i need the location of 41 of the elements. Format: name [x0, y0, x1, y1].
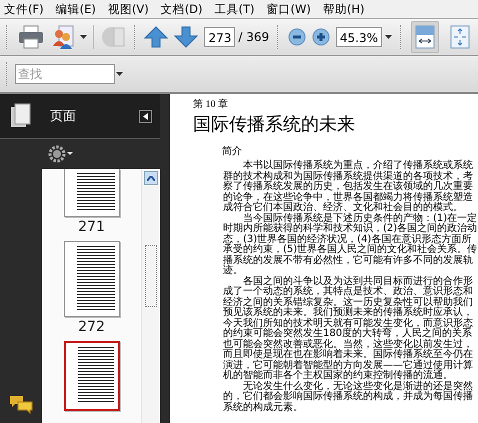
- caret-icon[interactable]: [116, 72, 123, 76]
- section-heading: 简介: [222, 145, 243, 158]
- left-triangle-icon: [143, 112, 148, 120]
- caret-icon[interactable]: [384, 35, 392, 39]
- page-number-field[interactable]: 273: [204, 27, 236, 47]
- menu-item[interactable]: 窗口(W): [266, 2, 319, 16]
- menu-item[interactable]: 文档(D): [160, 2, 211, 16]
- scrollbar-thumb[interactable]: [145, 245, 157, 307]
- paragraph: 无论发生什么变化，无论这些变化是渐进的还是突然的，它们都会影响国际传播系统的构成，并成为每国传播系统的构成元素。: [223, 382, 474, 413]
- paragraph: 当今国际传播系统是下述历史条件的产物：(1)在一定时期内所能获得的科学和技术知识，(2)各国之间的政治动态，(3)世界各国的经济状况，(4)各国在意识形态方面所承受的约束，(5)世界各国人民之间的文化和社会关系。传播系统的发展不带有必然性，它可能有许多不同的发展轨迹。: [223, 214, 478, 276]
- zoom-out-icon[interactable]: [288, 28, 306, 46]
- chapter-title: 国际传播系统的未来: [193, 113, 356, 136]
- up-arrow-icon[interactable]: [144, 25, 168, 49]
- menu-item[interactable]: 编辑(E): [56, 2, 104, 16]
- page-thumbnail[interactable]: [64, 241, 120, 317]
- collapse-button[interactable]: [139, 110, 152, 122]
- paragraph: 本书以国际传播系统为重点，介绍了传播系统或系统群的技术构成和为国际传播系统提供渠道的各项技术，考察了传播系统发展的历史，包括发生在该领域的几次重要的论争，在这些论争中，世界各国都竭力将传播系统塑造成符合它们本国政治、经济、文化和社会目的的模式。: [223, 161, 473, 213]
- zoom-field[interactable]: 45.3%: [336, 27, 382, 47]
- page-thumbnail[interactable]: [64, 341, 120, 411]
- caret-icon[interactable]: [80, 35, 87, 39]
- menu-item[interactable]: 工具(T): [214, 2, 263, 16]
- page-count: / 369: [238, 30, 270, 44]
- down-arrow-icon[interactable]: [174, 25, 198, 49]
- zoom-in-icon[interactable]: [312, 28, 330, 46]
- comments-icon[interactable]: [9, 395, 33, 415]
- up-caret-icon: [147, 176, 155, 180]
- page-thumbnail[interactable]: [64, 169, 120, 217]
- page-number-label: 271: [78, 219, 105, 235]
- chapter-label: 第 10 章: [193, 98, 229, 111]
- printer-icon[interactable]: [16, 24, 45, 50]
- page-number-label: 272: [78, 319, 105, 335]
- find-field[interactable]: 查找: [15, 64, 115, 84]
- menu-item[interactable]: 帮助(H): [322, 2, 373, 16]
- panel-title: 页面: [50, 108, 77, 125]
- scrollbar[interactable]: [141, 169, 160, 423]
- paragraph: 各国之间的斗争以及为达到共同目标而进行的合作形成了一个动态的系统，其特点是技术、政治、意识形态和经济之间的关系错综复杂。这一历史复杂性可以帮助我们预见该系统的未来。我们预测未来的传播系统时应承认，今天我们所知的技术明天就有可能发生变化，而意识形态的约束可能会突然发生180度的大转弯，人民之间的关系也可能会突然改善或恶化。当然，这些变化以前发生过，而且即使是现在也在影响着未来。国际传播系统至今仍在演进，它可能朝着智能型的方向发展——它通过使用计算机的智能而非各个主权国家的约束控制传播的流通。: [223, 276, 474, 381]
- menu-item[interactable]: 文件(F): [4, 2, 52, 16]
- pages-icon[interactable]: [10, 103, 32, 129]
- menu-item[interactable]: 视图(V): [108, 2, 157, 16]
- fit-width-button[interactable]: [410, 21, 440, 53]
- gear-icon[interactable]: [48, 145, 74, 163]
